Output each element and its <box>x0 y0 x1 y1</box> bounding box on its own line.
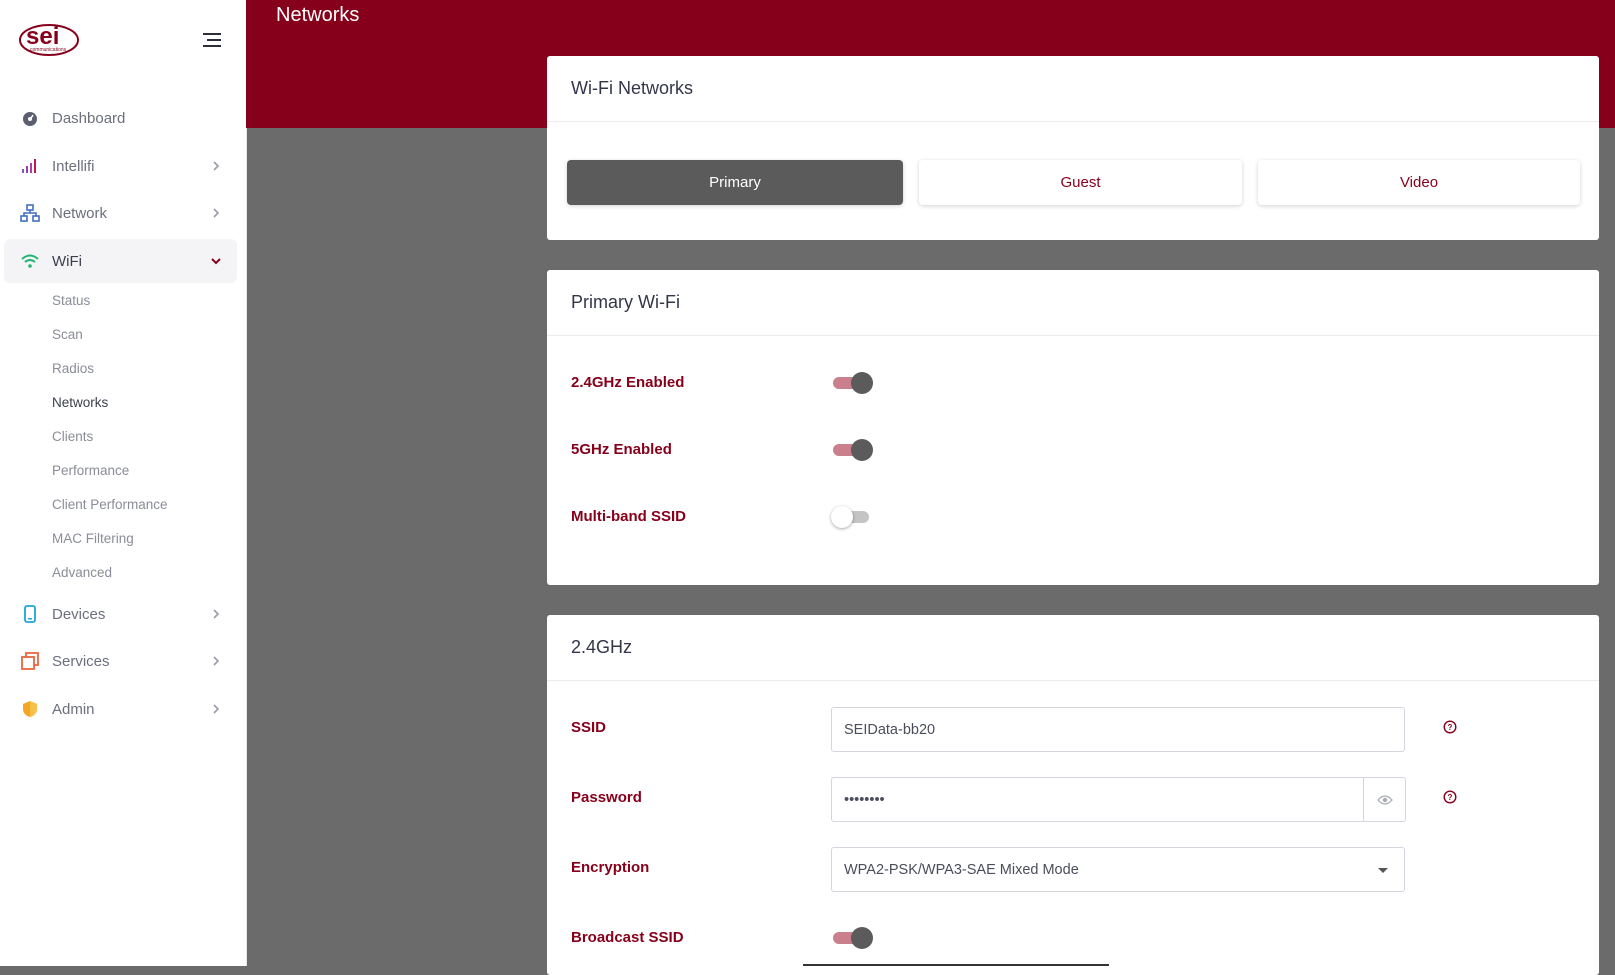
tab-primary[interactable]: Primary <box>567 160 903 205</box>
tab-video[interactable]: Video <box>1258 160 1580 205</box>
signal-bars-icon <box>20 156 40 176</box>
sidebar-subitem-networks[interactable]: Networks <box>52 395 108 410</box>
eye-icon <box>1376 794 1393 805</box>
ssid-input[interactable]: SEIData-bb20 <box>831 707 1405 752</box>
sidebar-subitem-scan[interactable]: Scan <box>52 327 83 342</box>
caret-down-icon <box>1378 868 1388 873</box>
help-icon[interactable]: ? <box>1443 720 1457 734</box>
broadcast-ssid-label: Broadcast SSID <box>571 929 684 946</box>
shield-icon <box>20 699 40 719</box>
logo-subtext: communications <box>30 47 67 53</box>
svg-text:?: ? <box>1448 793 1453 802</box>
chevron-right-icon <box>213 704 220 714</box>
row-label-5ghz-enabled: 5GHz Enabled <box>571 441 672 458</box>
logo-text: sei <box>26 23 59 50</box>
sidebar-subitem-performance[interactable]: Performance <box>52 463 129 478</box>
ssid-value: SEIData-bb20 <box>844 721 936 738</box>
sidebar-subitem-mac-filtering[interactable]: MAC Filtering <box>52 531 134 546</box>
sidebar-item-services[interactable]: Services <box>4 639 237 683</box>
wifi-icon <box>20 251 40 271</box>
sidebar-item-label: Admin <box>52 700 95 718</box>
chevron-down-icon <box>211 258 221 265</box>
row-label-24ghz-enabled: 2.4GHz Enabled <box>571 374 685 391</box>
toggle-5ghz-enabled[interactable] <box>831 437 873 461</box>
chevron-right-icon <box>213 609 220 619</box>
sidebar-subitem-clients[interactable]: Clients <box>52 429 93 444</box>
card-title: Primary Wi-Fi <box>547 270 1599 336</box>
sidebar-subitem-status[interactable]: Status <box>52 293 90 308</box>
encryption-label: Encryption <box>571 859 650 876</box>
tab-guest[interactable]: Guest <box>919 160 1242 205</box>
chevron-right-icon <box>213 656 220 666</box>
sidebar-item-label: Services <box>52 652 110 670</box>
encryption-select[interactable]: WPA2-PSK/WPA3-SAE Mixed Mode <box>831 847 1405 892</box>
sidebar-item-label: Devices <box>52 605 106 623</box>
network-icon <box>20 203 40 223</box>
sidebar-subitem-radios[interactable]: Radios <box>52 361 94 376</box>
sidebar: sei communications Dashboard Intellifi N… <box>0 0 247 966</box>
sidebar-item-dashboard[interactable]: Dashboard <box>4 96 237 140</box>
chevron-right-icon <box>213 161 220 171</box>
mobile-device-icon <box>20 604 40 624</box>
password-input[interactable]: •••••••• <box>831 777 1364 822</box>
sidebar-item-admin[interactable]: Admin <box>4 687 237 731</box>
toggle-24ghz-enabled[interactable] <box>831 370 873 394</box>
sidebar-item-label: Dashboard <box>52 109 126 127</box>
sidebar-subitem-advanced[interactable]: Advanced <box>52 565 112 580</box>
encryption-value: WPA2-PSK/WPA3-SAE Mixed Mode <box>844 861 1079 878</box>
sidebar-item-network[interactable]: Network <box>4 191 237 235</box>
band-24ghz-card: 2.4GHz SSID SEIData-bb20 ? Password ••••… <box>547 615 1599 975</box>
sei-logo[interactable]: sei communications <box>18 16 82 58</box>
speedometer-icon <box>20 108 40 128</box>
primary-wifi-card: Primary Wi-Fi 2.4GHz Enabled 5GHz Enable… <box>547 270 1599 585</box>
sidebar-item-wifi[interactable]: WiFi <box>4 239 237 283</box>
layers-icon <box>20 651 40 671</box>
sidebar-subitem-client-performance[interactable]: Client Performance <box>52 497 168 512</box>
hamburger-icon[interactable] <box>200 30 224 50</box>
sidebar-item-label: Intellifi <box>52 157 95 175</box>
ssid-label: SSID <box>571 719 607 736</box>
card-title: Wi-Fi Networks <box>547 56 1599 122</box>
password-value: •••••••• <box>844 791 885 808</box>
password-label: Password <box>571 789 642 806</box>
sidebar-item-label: Network <box>52 204 108 222</box>
sidebar-item-intellifi[interactable]: Intellifi <box>4 144 237 188</box>
sidebar-item-label: WiFi <box>52 252 82 270</box>
toggle-multiband-ssid[interactable] <box>831 504 873 528</box>
row-label-multiband-ssid: Multi-band SSID <box>571 508 686 525</box>
toggle-broadcast-ssid[interactable] <box>831 925 873 949</box>
show-password-button[interactable] <box>1364 777 1406 822</box>
card-title: 2.4GHz <box>547 615 1599 681</box>
help-icon[interactable]: ? <box>1443 790 1457 804</box>
wifi-networks-card: Wi-Fi Networks Primary Guest Video <box>547 56 1599 240</box>
svg-text:?: ? <box>1448 723 1453 732</box>
page-title: Networks <box>276 4 360 26</box>
sidebar-item-devices[interactable]: Devices <box>4 592 237 636</box>
chevron-right-icon <box>213 208 220 218</box>
